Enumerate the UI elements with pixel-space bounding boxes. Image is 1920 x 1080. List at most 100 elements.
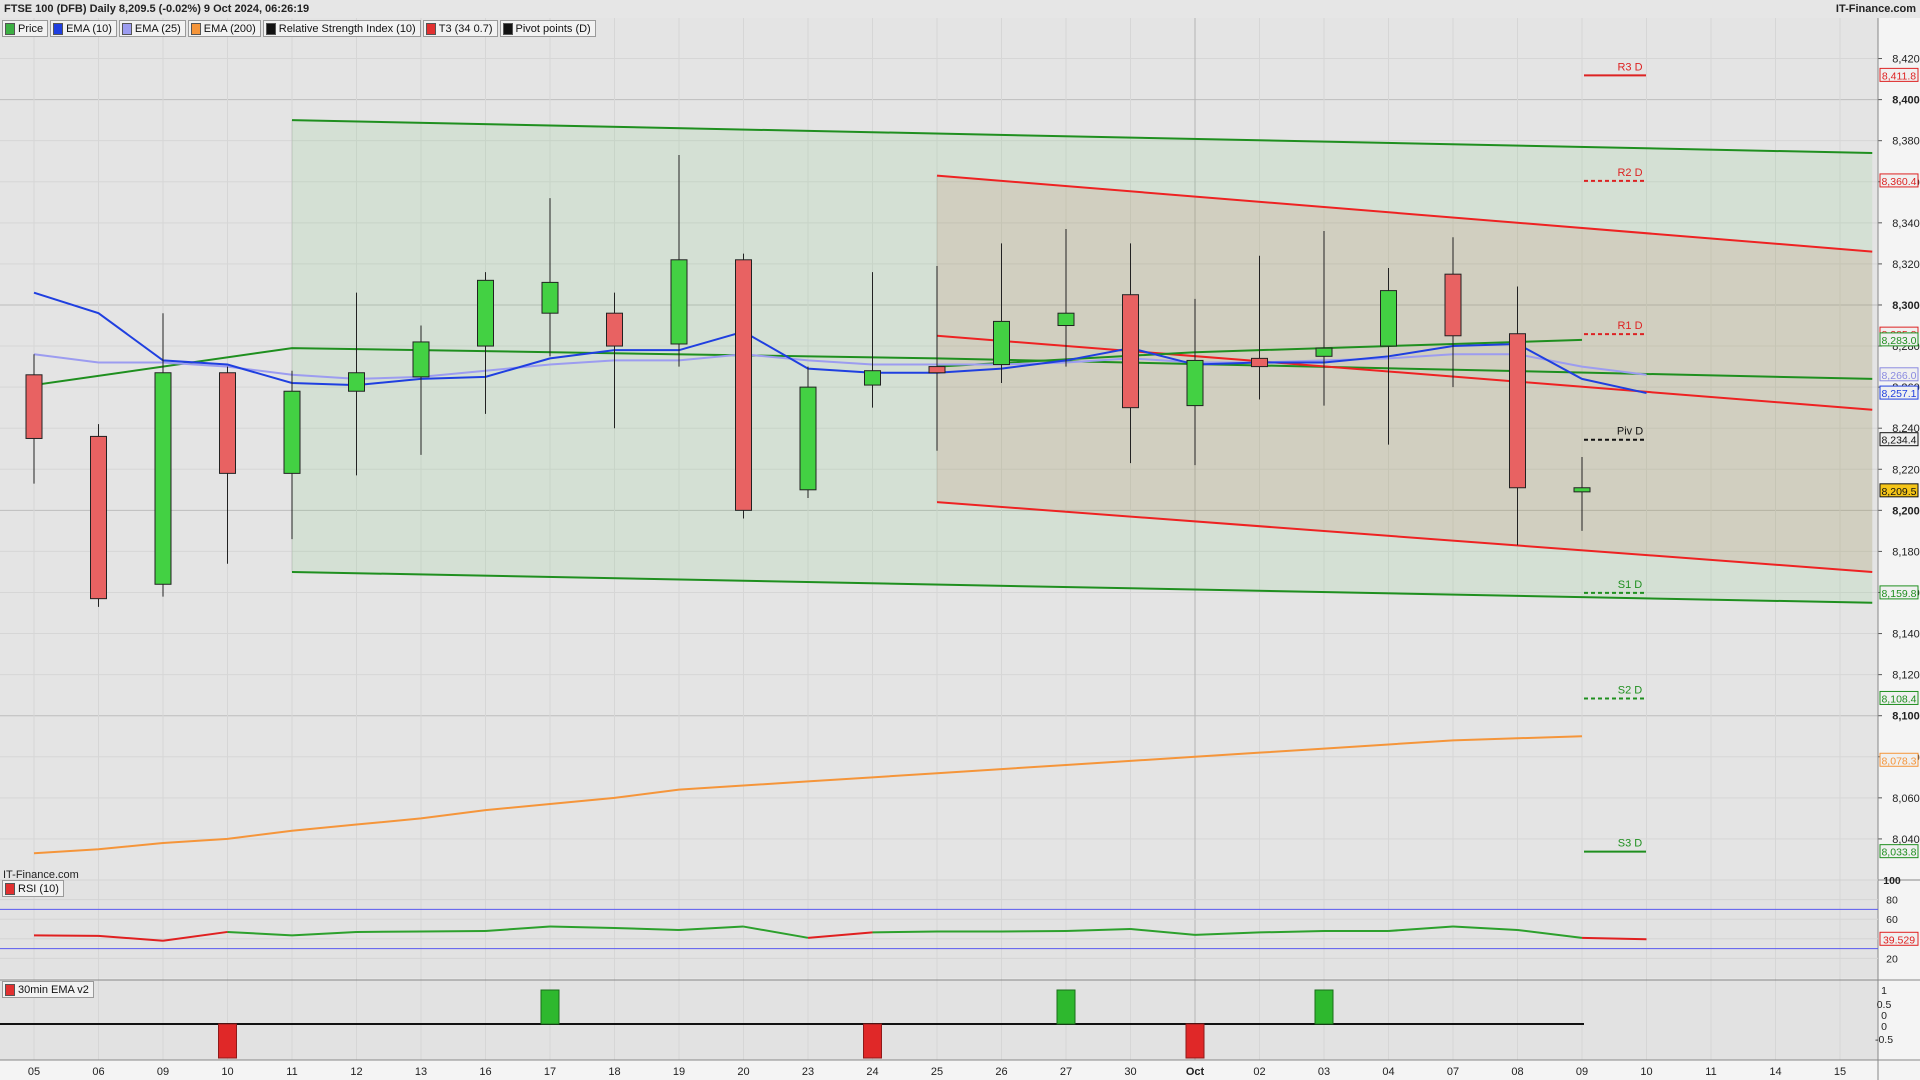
- ema-signal-bar-down: [1185, 1023, 1205, 1059]
- candle-up: [477, 279, 494, 347]
- candle-down: [928, 366, 946, 374]
- price-tick-label: 8,300: [1892, 300, 1920, 312]
- pivot-label: R1 D: [1617, 320, 1642, 332]
- legend-price[interactable]: Price: [2, 20, 49, 37]
- indicator-legend: Price EMA (10) EMA (25) EMA (200) Relati…: [2, 20, 598, 37]
- price-tick-label: 8,040: [1892, 834, 1920, 846]
- instrument-title: FTSE 100 (DFB) Daily 8,209.5 (-0.02%) 9 …: [4, 3, 310, 15]
- date-label: 14: [1769, 1066, 1781, 1078]
- ema-signal-bar-down: [218, 1023, 237, 1059]
- date-label: 02: [1253, 1066, 1265, 1078]
- date-label: 18: [608, 1066, 620, 1078]
- candle-down: [90, 435, 107, 600]
- legend-ema25[interactable]: EMA (25): [118, 20, 186, 37]
- candle-down: [1444, 273, 1462, 337]
- rsi-panel-icon: [5, 882, 15, 895]
- ema-panel-icon: [5, 983, 15, 996]
- date-label: 25: [931, 1066, 943, 1078]
- date-label: 17: [544, 1066, 556, 1078]
- candle-down: [735, 259, 752, 511]
- date-label: 26: [995, 1066, 1007, 1078]
- price-value-tag: 8,078.3: [1881, 755, 1916, 767]
- ema-panel-text: 30min EMA v2: [18, 983, 89, 996]
- pivot-value-tag: 8,108.4: [1881, 693, 1916, 705]
- price-tick-label: 8,320: [1892, 259, 1920, 271]
- chart-canvas: R3 D R2 D R1 D Piv D S1 D S2 D S3 D 8,040 8,060 8…: [0, 18, 1920, 1080]
- candle-down: [606, 312, 623, 347]
- ema-tick-label: -0.5: [1875, 1034, 1893, 1046]
- legend-label: EMA (10): [66, 22, 112, 35]
- candle-up: [799, 386, 817, 491]
- date-label: 12: [350, 1066, 362, 1078]
- chart-header: FTSE 100 (DFB) Daily 8,209.5 (-0.02%) 9 …: [0, 0, 1920, 18]
- t3-swatch-icon: [425, 22, 436, 35]
- candle-down: [1509, 333, 1526, 489]
- legend-pivot-points[interactable]: Pivot points (D): [499, 20, 596, 37]
- legend-t3[interactable]: T3 (34 0.7): [422, 20, 498, 37]
- date-label: 27: [1060, 1066, 1072, 1078]
- date-label: 30: [1124, 1066, 1136, 1078]
- candle-up: [864, 370, 881, 386]
- candle-up: [541, 281, 559, 314]
- candle-up: [412, 341, 430, 378]
- rsi-tick-label: 100: [1883, 875, 1901, 887]
- rsi-tick-label: 60: [1886, 914, 1898, 926]
- price-value-tag: 8,209.5: [1881, 486, 1916, 498]
- date-label: 20: [737, 1066, 749, 1078]
- price-tick-label: 8,420: [1892, 54, 1920, 66]
- date-label: 07: [1447, 1066, 1459, 1078]
- ema-signal-bar-up: [1056, 989, 1076, 1025]
- date-label: 06: [92, 1066, 104, 1078]
- date-label: 03: [1318, 1066, 1330, 1078]
- pivot-label: S1 D: [1618, 579, 1643, 591]
- date-label: 13: [415, 1066, 427, 1078]
- date-label: 10: [1640, 1066, 1652, 1078]
- legend-label: EMA (200): [203, 22, 256, 35]
- candle-up: [283, 390, 301, 474]
- date-label: 11: [1705, 1066, 1716, 1078]
- pivot-label: S3 D: [1618, 838, 1643, 850]
- ema-tick-label: 0: [1881, 1021, 1887, 1033]
- date-label: Oct: [1186, 1066, 1205, 1078]
- candle-up: [1573, 487, 1591, 493]
- legend-ema10[interactable]: EMA (10): [50, 20, 117, 37]
- legend-label: T3 (34 0.7): [438, 22, 493, 35]
- candle-up: [1315, 347, 1333, 357]
- ema10-swatch-icon: [53, 22, 64, 35]
- date-label: 05: [28, 1066, 40, 1078]
- legend-label: Relative Strength Index (10): [278, 22, 416, 35]
- date-label: 24: [866, 1066, 878, 1078]
- pivot-value-tag: 8,159.8: [1881, 588, 1916, 600]
- pivot-value-tag: 8,360.4: [1881, 176, 1916, 188]
- date-label: 04: [1382, 1066, 1394, 1078]
- rsi-tick-label: 20: [1886, 953, 1898, 965]
- date-label: 11: [286, 1066, 297, 1078]
- candle-up: [993, 320, 1010, 366]
- candle-up: [670, 259, 688, 345]
- rsi-line-segment: [872, 930, 938, 934]
- price-tick-label: 8,200: [1892, 505, 1920, 517]
- rsi-tick-label: 80: [1886, 895, 1898, 907]
- price-tick-label: 8,100: [1892, 711, 1920, 723]
- pivot-label: R3 D: [1617, 61, 1642, 73]
- pivot-value-tag: 8,411.8: [1882, 70, 1916, 82]
- ema-panel-label[interactable]: 30min EMA v2: [2, 981, 94, 998]
- price-value-tag: 8,266.0: [1881, 370, 1916, 382]
- candle-down: [1251, 357, 1268, 368]
- legend-rsi[interactable]: Relative Strength Index (10): [262, 20, 421, 37]
- date-label: 16: [479, 1066, 491, 1078]
- candle-up: [348, 372, 365, 392]
- candle-down: [1122, 294, 1139, 409]
- date-label: 23: [802, 1066, 814, 1078]
- legend-ema200[interactable]: EMA (200): [187, 20, 261, 37]
- ema-signal-bar-up: [540, 989, 560, 1025]
- candle-up: [1057, 312, 1075, 327]
- rsi-panel-label[interactable]: RSI (10): [2, 880, 64, 897]
- date-label: 08: [1511, 1066, 1523, 1078]
- pivot-label: Piv D: [1617, 426, 1643, 438]
- price-value-tag: 8,257.1: [1881, 388, 1916, 400]
- ema25-swatch-icon: [121, 22, 132, 35]
- price-tick-label: 8,380: [1892, 136, 1920, 148]
- date-label: 15: [1834, 1066, 1846, 1078]
- price-tick-label: 8,140: [1892, 629, 1920, 641]
